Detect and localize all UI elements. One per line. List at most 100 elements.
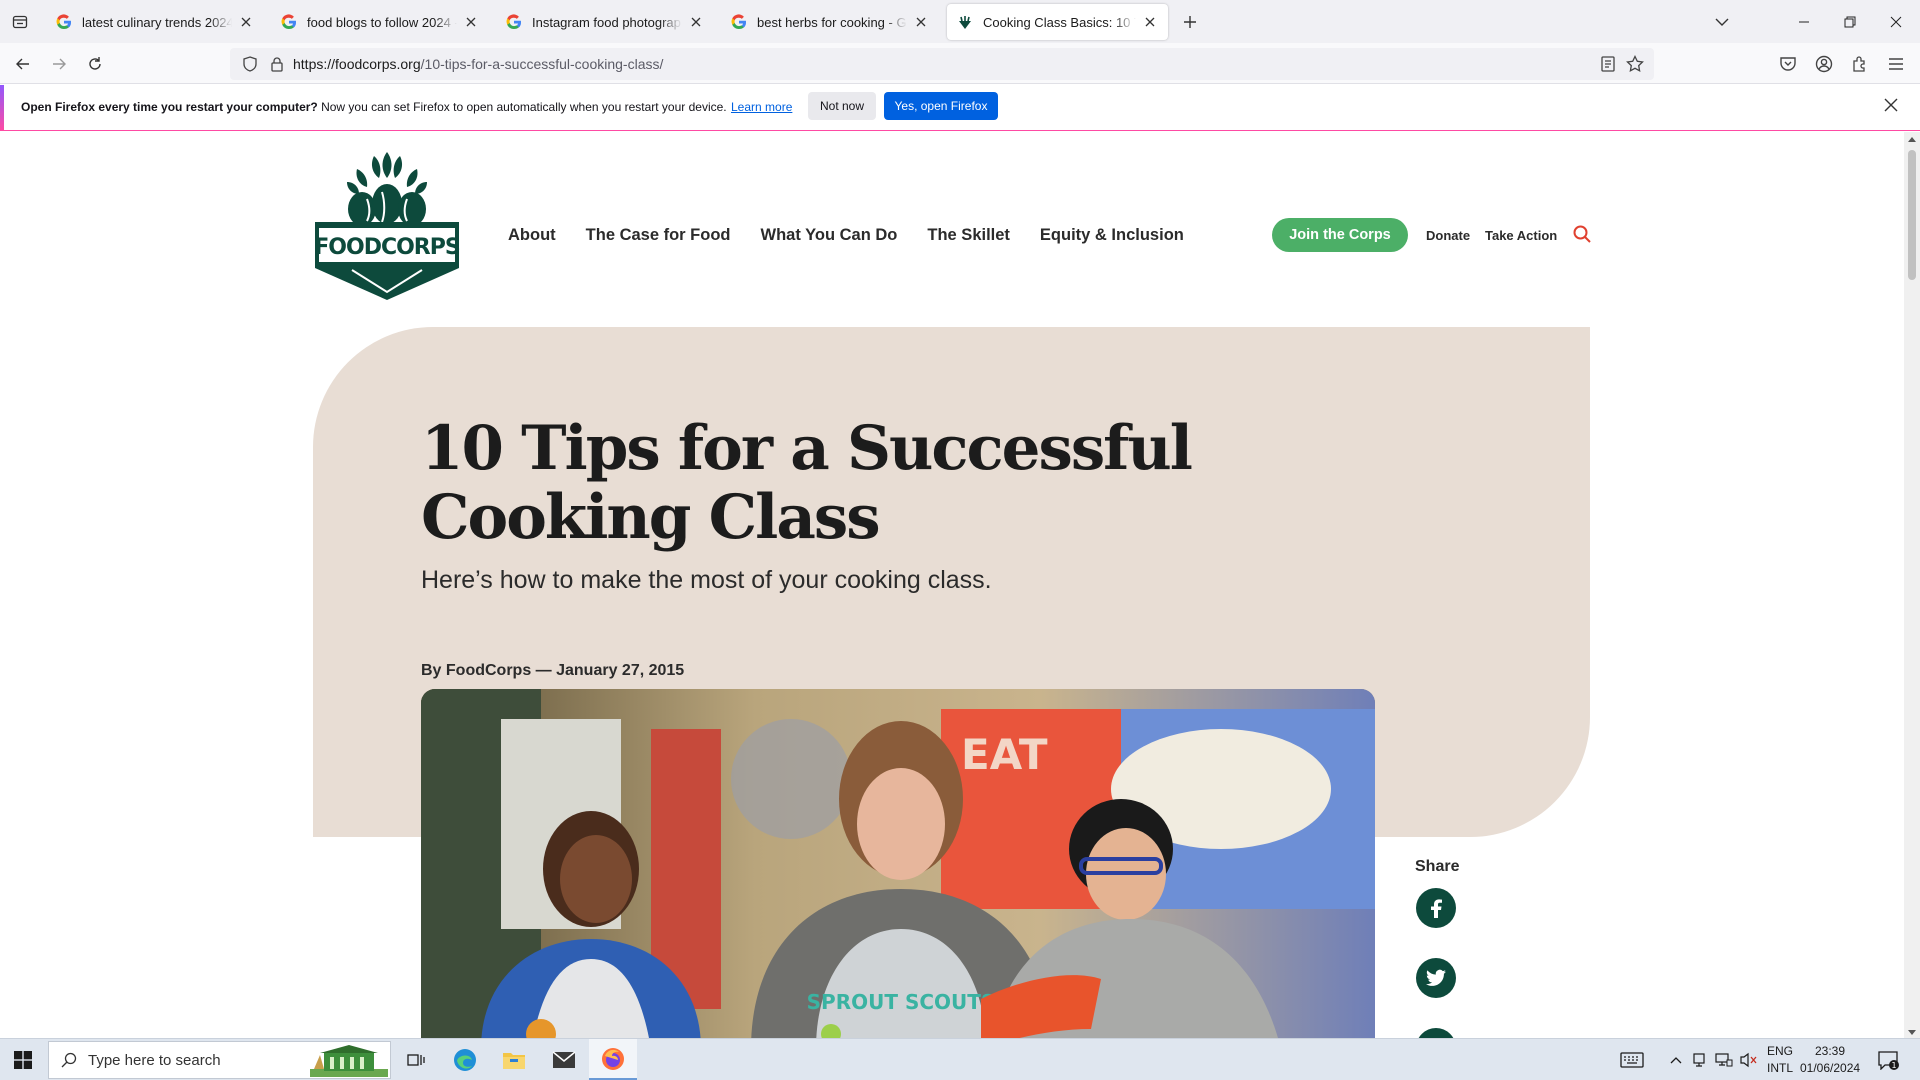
tab-strip: latest culinary trends 2024 - Google Sea… (0, 0, 1920, 43)
tab-title: Cooking Class Basics: 10 Tips for a Succ… (983, 14, 1136, 30)
apron-text: SPROUT SCOUTS (807, 990, 996, 1014)
keyboard-icon (1620, 1052, 1644, 1068)
close-window-button[interactable] (1873, 0, 1919, 43)
tab-title: best herbs for cooking - Google Search (757, 14, 907, 30)
pocket-icon (1780, 57, 1796, 71)
close-icon[interactable] (688, 14, 704, 30)
tab-2[interactable]: food blogs to follow 2024 - Google Searc… (271, 4, 489, 40)
notification-title: Open Firefox every time you restart your… (21, 100, 318, 114)
input-language-indicator[interactable]: ENG INTL (1762, 1043, 1798, 1077)
firefox-view-button[interactable] (6, 8, 34, 36)
take-action-link[interactable]: Take Action (1485, 228, 1557, 243)
taskbar-mail[interactable] (540, 1039, 588, 1080)
twitter-icon (1426, 969, 1446, 986)
restore-button[interactable] (1827, 0, 1873, 43)
scrollbar-thumb[interactable] (1908, 150, 1916, 280)
tab-4[interactable]: best herbs for cooking - Google Search (721, 4, 939, 40)
share-linkedin-button[interactable] (1416, 1028, 1456, 1038)
facebook-icon (1431, 899, 1442, 918)
windows-icon (14, 1051, 32, 1069)
close-icon[interactable] (1884, 98, 1898, 112)
google-icon (506, 14, 522, 30)
share-facebook-button[interactable] (1416, 888, 1456, 928)
join-the-corps-button[interactable]: Join the Corps (1272, 218, 1408, 252)
search-icon (61, 1052, 77, 1068)
tray-volume[interactable] (1738, 1039, 1760, 1080)
start-button[interactable] (0, 1039, 46, 1080)
list-all-tabs-button[interactable] (1699, 0, 1745, 43)
forward-button[interactable] (44, 49, 74, 79)
shield-icon[interactable] (242, 56, 258, 72)
pocket-button[interactable] (1778, 54, 1798, 74)
share-twitter-button[interactable] (1416, 958, 1456, 998)
tab-title: food blogs to follow 2024 - Google Searc… (307, 14, 457, 30)
close-icon[interactable] (238, 14, 254, 30)
minimize-button[interactable] (1781, 0, 1827, 43)
scroll-up-arrow-icon[interactable] (1908, 136, 1916, 142)
nav-what-you-can-do[interactable]: What You Can Do (761, 226, 898, 245)
article-subtitle: Here’s how to make the most of your cook… (421, 566, 992, 594)
close-icon (1890, 16, 1902, 27)
reader-view-icon[interactable] (1600, 55, 1616, 73)
nav-the-skillet[interactable]: The Skillet (927, 226, 1010, 245)
article-hero-photo: EAT SPROUT SCOUTS (421, 689, 1375, 1038)
chevron-up-icon (1670, 1057, 1682, 1064)
yes-open-firefox-button[interactable]: Yes, open Firefox (884, 92, 998, 120)
foodcorps-logo-graphic: FOODCORPS (314, 152, 461, 300)
minimize-icon (1799, 21, 1809, 22)
action-center-button[interactable]: 1 (1868, 1039, 1908, 1080)
not-now-button[interactable]: Not now (808, 92, 876, 120)
restore-icon (1844, 16, 1856, 27)
taskbar-search-box[interactable]: Type here to search (48, 1041, 391, 1079)
search-icon[interactable] (1572, 224, 1592, 244)
main-navigation: About The Case for Food What You Can Do … (508, 226, 1184, 245)
article-byline: By FoodCorps — January 27, 2015 (421, 662, 685, 679)
logo-text: FOODCORPS (314, 235, 460, 260)
close-icon[interactable] (463, 14, 479, 30)
foodcorps-logo[interactable]: FOODCORPS (312, 144, 462, 300)
close-icon[interactable] (1142, 14, 1158, 30)
nav-about[interactable]: About (508, 226, 556, 245)
url-domain: https://foodcorps.org (293, 56, 421, 72)
lock-icon[interactable] (270, 56, 284, 72)
google-icon (281, 14, 297, 30)
tray-network[interactable] (1712, 1039, 1736, 1080)
reload-button[interactable] (80, 49, 110, 79)
plus-icon (1184, 16, 1196, 28)
tab-1[interactable]: latest culinary trends 2024 - Google Sea… (46, 4, 264, 40)
url-path: /10-tips-for-a-successful-cooking-class/ (420, 56, 664, 72)
tab-3[interactable]: Instagram food photography tips - Google… (496, 4, 714, 40)
address-bar[interactable]: https://foodcorps.org/10-tips-for-a-succ… (230, 48, 1654, 80)
taskbar-firefox[interactable] (589, 1039, 637, 1080)
account-button[interactable] (1814, 54, 1834, 74)
hamburger-menu-icon (1889, 58, 1903, 70)
taskbar-edge[interactable] (441, 1039, 489, 1080)
url-text[interactable]: https://foodcorps.org/10-tips-for-a-succ… (293, 56, 663, 72)
back-button[interactable] (8, 49, 38, 79)
nav-case-for-food[interactable]: The Case for Food (586, 226, 731, 245)
close-icon[interactable] (913, 14, 929, 30)
tray-keyboard-button[interactable] (1614, 1039, 1650, 1080)
clock-date: 01/06/2024 (1800, 1061, 1861, 1075)
mail-icon (552, 1051, 576, 1068)
notification-text: Now you can set Firefox to open automati… (317, 100, 727, 114)
firefox-icon (602, 1047, 624, 1070)
extensions-button[interactable] (1850, 54, 1870, 74)
taskbar-search-placeholder: Type here to search (88, 1052, 221, 1069)
learn-more-link[interactable]: Learn more (731, 100, 792, 114)
tab-5-active[interactable]: Cooking Class Basics: 10 Tips for a Succ… (947, 4, 1168, 40)
task-view-button[interactable] (392, 1039, 440, 1080)
nav-equity-inclusion[interactable]: Equity & Inclusion (1040, 226, 1184, 245)
taskbar-file-explorer[interactable] (490, 1039, 538, 1080)
taskbar-clock[interactable]: 23:39 01/06/2024 (1800, 1043, 1860, 1077)
menu-button[interactable] (1886, 54, 1906, 74)
tray-device-icon[interactable] (1688, 1039, 1710, 1080)
donate-link[interactable]: Donate (1426, 228, 1470, 243)
google-icon (56, 14, 72, 30)
windows-taskbar: Type here to search ENG INTL 23:39 01/06… (0, 1038, 1920, 1080)
page-scrollbar[interactable] (1904, 132, 1920, 1038)
scroll-down-arrow-icon[interactable] (1908, 1030, 1916, 1036)
new-tab-button[interactable] (1176, 8, 1204, 36)
tray-show-hidden-icons[interactable] (1666, 1039, 1686, 1080)
bookmark-star-icon[interactable] (1626, 55, 1644, 73)
